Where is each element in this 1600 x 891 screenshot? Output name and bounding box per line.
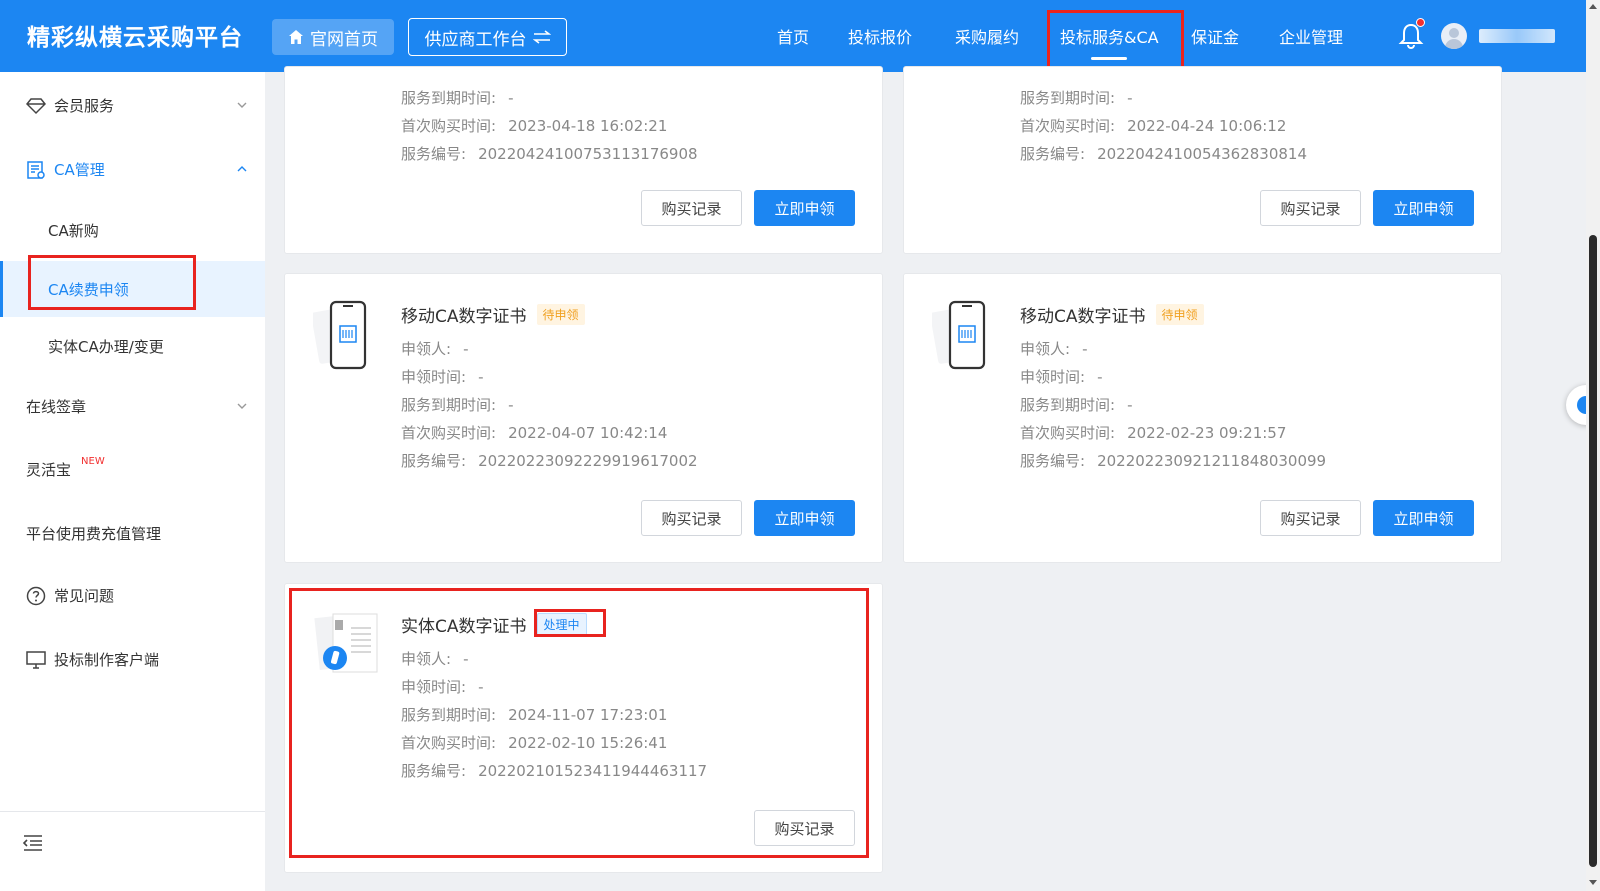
apply-now-button[interactable]: 立即申领 [1373, 500, 1474, 536]
scrollbar-thumb[interactable] [1589, 235, 1597, 867]
status-badge: 待申领 [536, 304, 585, 325]
apply-time-row: 申领时间: - [1020, 368, 1103, 386]
apply-time-row: 申领时间: - [401, 368, 484, 386]
nav-deposit[interactable]: 保证金 [1191, 24, 1239, 48]
status-badge: 待申领 [1155, 304, 1204, 325]
sidebar-item-ca-new[interactable]: CA新购 [48, 220, 99, 241]
sidebar-item-faq[interactable]: 常见问题 [26, 585, 114, 606]
question-icon [26, 586, 46, 605]
ca-card: 移动CA数字证书 待申领 申领人: - 申领时间: - 服务到期时间: - 首次购买时… [284, 273, 883, 563]
sidebar-divider [0, 811, 265, 812]
apply-now-button[interactable]: 立即申领 [1373, 190, 1474, 226]
workbench-button-label: 供应商工作台 [424, 29, 527, 50]
notification-dot [1416, 18, 1425, 27]
chevron-up-icon [237, 166, 247, 172]
sidebar-item-label: 在线签章 [26, 398, 87, 416]
switch-icon [532, 30, 551, 44]
applicant-row: 申领人: - [1020, 340, 1088, 358]
first-buy-row: 首次购买时间: 2022-04-07 10:42:14 [401, 424, 668, 442]
first-buy-row: 首次购买时间: 2022-04-24 10:06:12 [1020, 117, 1287, 135]
chevron-down-icon [237, 102, 247, 108]
highlight-box-nav [1047, 10, 1184, 73]
sidebar-item-label: 常见问题 [54, 587, 115, 605]
sidebar-item-client[interactable]: 投标制作客户端 [26, 649, 159, 670]
nav-enterprise[interactable]: 企业管理 [1279, 24, 1343, 48]
sidebar-item-label: 灵活宝 [26, 461, 72, 479]
chevron-down-icon [237, 403, 247, 409]
highlight-box-sidebar [28, 255, 196, 310]
mobile-ca-icon [313, 300, 367, 370]
service-no-row: 服务编号: 20220223092121184803009​9 [1020, 452, 1327, 470]
brand-title: 精彩纵横云采购平台 [27, 25, 243, 51]
sidebar-item-label: 投标制作客户端 [54, 651, 160, 669]
home-button[interactable]: 官网首页 [272, 19, 394, 55]
apply-now-button[interactable]: 立即申领 [754, 190, 855, 226]
scroll-down-icon[interactable] [1589, 878, 1597, 886]
expire-row: 服务到期时间: - [401, 396, 514, 414]
username-blurred[interactable] [1479, 29, 1555, 43]
expire-row: 服务到期时间: - [401, 89, 514, 107]
buy-record-button[interactable]: 购买记录 [641, 500, 742, 536]
ca-card: 服务到期时间: - 首次购买时间: 2022-04-24 10:06:12 服务编号… [903, 66, 1502, 254]
nav-home[interactable]: 首页 [777, 24, 809, 48]
home-button-label: 官网首页 [310, 29, 378, 50]
certificate-icon [27, 160, 45, 179]
sidebar-item-ca-manage[interactable]: CA管理 [26, 159, 105, 180]
service-no-row: 服务编号: 20220424100543628308​14 [1020, 145, 1308, 163]
nav-bid-quote[interactable]: 投标报价 [848, 24, 912, 48]
expire-row: 服务到期时间: - [1020, 396, 1133, 414]
card-title: 移动CA数字证书 [1020, 307, 1146, 327]
home-icon [289, 30, 303, 44]
sidebar-item-label: 平台使用费充值管理 [26, 525, 162, 543]
sidebar-item-online-sign[interactable]: 在线签章 [26, 396, 86, 417]
first-buy-row: 首次购买时间: 2022-02-23 09:21:57 [1020, 424, 1287, 442]
sidebar: 会员服务 CA管理 CA新购 CA续费申领 实体CA办理/变更 在线签章 灵活宝… [0, 72, 265, 891]
new-badge: NEW [81, 456, 105, 467]
apply-now-button[interactable]: 立即申领 [754, 500, 855, 536]
ca-card: 服务到期时间: - 首次购买时间: 2023-04-18 16:02:21 服务编号… [284, 66, 883, 254]
buy-record-button[interactable]: 购买记录 [1260, 500, 1361, 536]
sidebar-item-platform-fee[interactable]: 平台使用费充值管理 [26, 523, 161, 544]
highlight-box-status [534, 609, 606, 637]
monitor-icon [26, 650, 46, 669]
avatar[interactable] [1441, 23, 1467, 49]
workbench-button[interactable]: 供应商工作台 [408, 18, 567, 56]
sidebar-item-ca-physical[interactable]: 实体CA办理/变更 [48, 336, 164, 357]
sidebar-item-label: CA管理 [54, 161, 105, 179]
expire-row: 服务到期时间: - [1020, 89, 1133, 107]
scroll-up-icon[interactable] [1589, 3, 1597, 11]
card-title-row: 移动CA数字证书 待申领 [401, 302, 585, 327]
card-title-row: 移动CA数字证书 待申领 [1020, 302, 1204, 327]
buy-record-button[interactable]: 购买记录 [641, 190, 742, 226]
sidebar-item-member[interactable]: 会员服务 [26, 95, 114, 116]
card-title: 移动CA数字证书 [401, 307, 527, 327]
service-no-row: 服务编号: 20220424100753113176908 [401, 145, 698, 163]
sidebar-item-label: 会员服务 [54, 97, 115, 115]
first-buy-row: 首次购买时间: 2023-04-18 16:02:21 [401, 117, 668, 135]
diamond-icon [26, 97, 46, 114]
service-no-row: 服务编号: 20220223092229919617002 [401, 452, 698, 470]
sidebar-item-linghuobao[interactable]: 灵活宝 NEW [26, 456, 105, 480]
collapse-menu-icon[interactable] [22, 834, 44, 852]
mobile-ca-icon [932, 300, 986, 370]
buy-record-button[interactable]: 购买记录 [1260, 190, 1361, 226]
applicant-row: 申领人: - [401, 340, 469, 358]
ca-card: 移动CA数字证书 待申领 申领人: - 申领时间: - 服务到期时间: - 首次购买时… [903, 273, 1502, 563]
nav-procurement[interactable]: 采购履约 [955, 24, 1019, 48]
top-header: 精彩纵横云采购平台 官网首页 供应商工作台 首页 投标报价 采购履约 投标服务&… [0, 0, 1586, 72]
